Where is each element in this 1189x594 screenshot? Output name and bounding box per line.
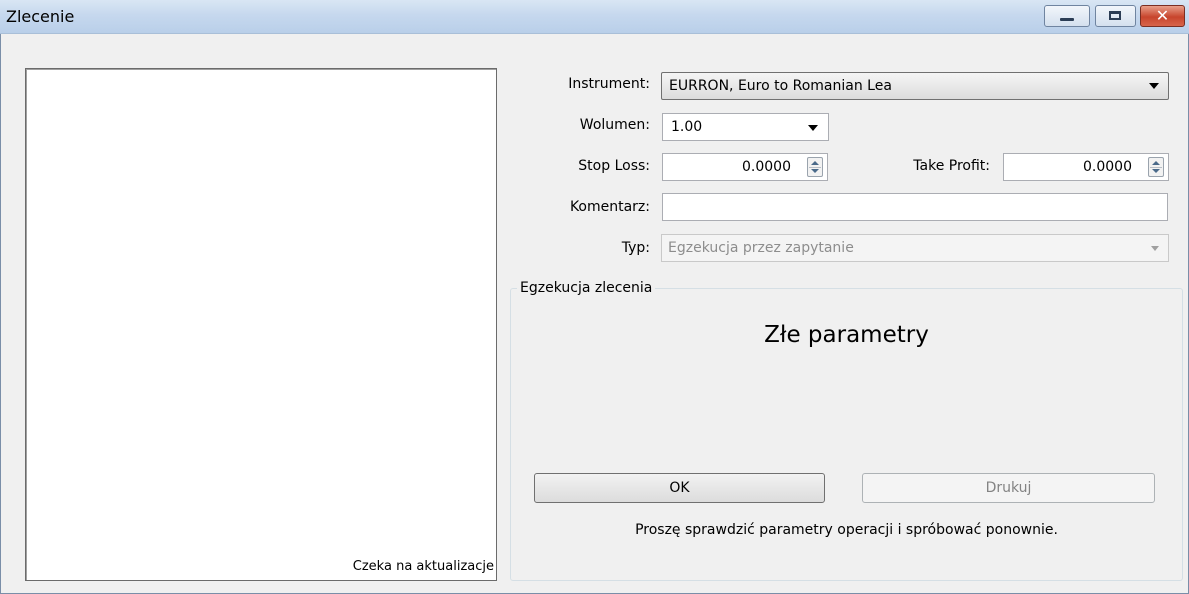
take-profit-spinner[interactable] — [1148, 157, 1164, 177]
print-button[interactable]: Drukuj — [862, 473, 1155, 503]
type-select[interactable]: Egzekucja przez zapytanie — [661, 234, 1169, 262]
spin-up-icon — [1152, 161, 1160, 165]
quote-chart-panel: Czeka na aktualizacje — [25, 68, 497, 581]
type-label: Typ: — [621, 240, 650, 256]
instrument-label: Instrument: — [568, 76, 650, 92]
instrument-value: EURRON, Euro to Romanian Lea — [669, 78, 892, 94]
comment-input[interactable] — [662, 193, 1168, 221]
instrument-select[interactable]: EURRON, Euro to Romanian Lea — [661, 72, 1169, 100]
spin-divider — [1150, 167, 1162, 168]
chevron-down-icon — [1149, 83, 1159, 89]
take-profit-value: 0.0000 — [1083, 159, 1132, 175]
volume-value: 1.00 — [671, 119, 703, 135]
type-value: Egzekucja przez zapytanie — [668, 240, 854, 256]
title-bar[interactable]: Zlecenie ✕ — [0, 0, 1189, 34]
spin-up-icon — [811, 161, 819, 165]
execution-hint: Proszę sprawdzić parametry operacji i sp… — [635, 522, 1058, 538]
stop-loss-input[interactable]: 0.0000 — [662, 153, 828, 181]
window-title: Zlecenie — [6, 7, 75, 26]
volume-combo[interactable]: 1.00 — [662, 113, 829, 141]
ok-button[interactable]: OK — [534, 473, 825, 503]
take-profit-input[interactable]: 0.0000 — [1003, 153, 1169, 181]
take-profit-label: Take Profit: — [913, 158, 990, 174]
spin-down-icon — [811, 169, 819, 173]
chevron-down-icon — [1151, 246, 1159, 251]
minimize-icon — [1060, 18, 1074, 21]
close-icon: ✕ — [1155, 6, 1170, 25]
stop-loss-spinner[interactable] — [807, 157, 823, 177]
maximize-button[interactable] — [1095, 5, 1136, 27]
execution-message: Złe parametry — [764, 322, 929, 348]
spin-divider — [809, 167, 821, 168]
stop-loss-label: Stop Loss: — [578, 158, 650, 174]
comment-label: Komentarz: — [569, 199, 650, 215]
spin-down-icon — [1152, 169, 1160, 173]
volume-label: Wolumen: — [579, 117, 650, 133]
update-status-text: Czeka na aktualizacje — [352, 559, 494, 574]
chevron-down-icon — [808, 125, 818, 131]
minimize-button[interactable] — [1044, 5, 1090, 27]
execution-group-label: Egzekucja zlecenia — [517, 280, 656, 296]
close-button[interactable]: ✕ — [1140, 5, 1185, 27]
stop-loss-value: 0.0000 — [742, 159, 791, 175]
maximize-icon — [1109, 11, 1121, 20]
